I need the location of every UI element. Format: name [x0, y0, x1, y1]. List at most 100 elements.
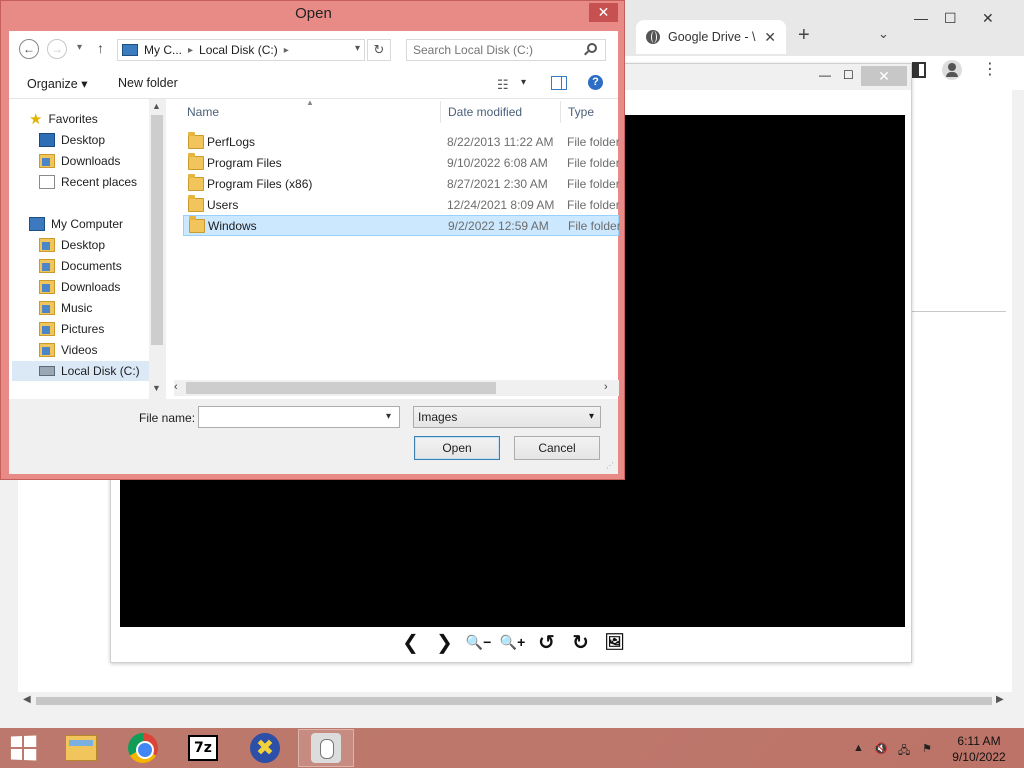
column-header-name[interactable]: Name: [187, 105, 219, 119]
downloads-folder-icon: [39, 280, 55, 294]
scrollbar-thumb[interactable]: [151, 115, 163, 345]
rotate-right-button[interactable]: ↻: [566, 628, 596, 656]
file-row[interactable]: Users 12/24/2021 8:09 AM File folder: [183, 194, 619, 215]
navigation-pane: ★ Favorites Desktop Downloads Recent pla…: [9, 99, 165, 399]
nav-computer-desktop[interactable]: Desktop: [39, 235, 105, 255]
previous-image-button[interactable]: ❮: [396, 628, 426, 656]
nav-music[interactable]: Music: [39, 298, 92, 318]
forward-button[interactable]: →: [47, 39, 67, 59]
nav-item-label: Downloads: [61, 280, 121, 294]
new-tab-button[interactable]: +: [798, 24, 810, 47]
address-history-dropdown[interactable]: ▾: [355, 43, 360, 54]
breadcrumb-local-disk[interactable]: Local Disk (C:): [199, 43, 278, 57]
refresh-button[interactable]: ↻: [367, 39, 391, 61]
page-horizontal-scrollbar[interactable]: ◀ ▶: [18, 692, 1012, 710]
file-name-history-dropdown[interactable]: ▾: [386, 411, 391, 422]
new-folder-button[interactable]: New folder: [118, 76, 178, 90]
next-image-button[interactable]: ❯: [430, 628, 460, 656]
nav-pictures[interactable]: Pictures: [39, 319, 104, 339]
taskbar-xnview[interactable]: ✖: [237, 729, 293, 767]
nav-local-disk[interactable]: Local Disk (C:): [12, 361, 149, 381]
scroll-left-arrow-icon[interactable]: ‹: [174, 381, 178, 393]
help-icon[interactable]: ?: [588, 75, 603, 90]
nav-favorites[interactable]: ★ Favorites: [29, 109, 98, 129]
view-options-dropdown[interactable]: ▾: [521, 77, 526, 88]
file-name-input[interactable]: [198, 406, 400, 428]
recent-places-icon: [39, 175, 55, 189]
viewer-toolbar: ❮ ❯ 🔍− 🔍+ ↺ ↻ 🖼: [120, 627, 905, 657]
zoom-out-button[interactable]: 🔍−: [464, 628, 494, 656]
viewer-close-button[interactable]: ✕: [861, 66, 907, 86]
zoom-in-button[interactable]: 🔍+: [498, 628, 528, 656]
cancel-button[interactable]: Cancel: [514, 436, 600, 460]
action-center-flag-icon[interactable]: ⚑: [922, 742, 932, 755]
show-hidden-icons-button[interactable]: ▲: [853, 742, 864, 754]
dialog-close-button[interactable]: ✕: [589, 3, 618, 22]
taskbar-7zip[interactable]: 7z: [175, 729, 231, 767]
taskbar-clock[interactable]: 6:11 AM 9/10/2022: [948, 733, 1010, 765]
scrollbar-thumb[interactable]: [186, 382, 496, 394]
rotate-left-button[interactable]: ↺: [532, 628, 562, 656]
xnview-icon: ✖: [250, 733, 280, 763]
taskbar: 7z ✖: [0, 728, 1024, 768]
nav-my-computer[interactable]: My Computer: [29, 214, 123, 234]
recent-locations-dropdown[interactable]: ▾: [77, 42, 82, 53]
browser-minimize-button[interactable]: —: [914, 10, 928, 26]
file-type-select[interactable]: Images ▾: [413, 406, 601, 428]
nav-favorites-desktop[interactable]: Desktop: [39, 130, 105, 150]
viewer-minimize-button[interactable]: —: [819, 68, 831, 82]
taskbar-image-viewer[interactable]: [298, 729, 354, 767]
nav-documents[interactable]: Documents: [39, 256, 122, 276]
browser-tab-google-drive[interactable]: Google Drive - \ ✕: [636, 20, 786, 54]
taskbar-file-explorer[interactable]: [53, 729, 109, 767]
column-header-type[interactable]: Type: [568, 105, 594, 119]
start-button[interactable]: [10, 735, 38, 761]
file-type: File folder: [567, 197, 619, 212]
breadcrumb-separator-icon[interactable]: ▸: [284, 45, 289, 56]
side-panel-icon[interactable]: [912, 62, 926, 78]
file-row[interactable]: Program Files (x86) 8/27/2021 2:30 AM Fi…: [183, 173, 619, 194]
profile-avatar-icon[interactable]: [942, 60, 962, 80]
scrollbar-thumb[interactable]: [36, 697, 992, 705]
browser-maximize-button[interactable]: ☐: [944, 10, 957, 27]
scroll-up-arrow-icon[interactable]: ▲: [152, 101, 161, 111]
nav-videos[interactable]: Videos: [39, 340, 97, 360]
column-divider[interactable]: [560, 101, 561, 123]
file-row[interactable]: PerfLogs 8/22/2013 11:22 AM File folder: [183, 131, 619, 152]
breadcrumb-separator-icon[interactable]: ▸: [188, 45, 193, 56]
search-icon[interactable]: [587, 43, 597, 53]
file-row-selected[interactable]: Windows 9/2/2022 12:59 AM File folder: [183, 215, 620, 236]
nav-recent-places[interactable]: Recent places: [39, 172, 137, 192]
network-icon[interactable]: 🖧: [898, 742, 910, 761]
volume-muted-icon[interactable]: 🔇: [874, 742, 888, 755]
scroll-down-arrow-icon[interactable]: ▼: [152, 383, 161, 393]
file-list-horizontal-scrollbar[interactable]: ‹ ›: [174, 380, 619, 396]
preview-pane-icon[interactable]: [551, 76, 567, 90]
nav-favorites-downloads[interactable]: Downloads: [39, 151, 120, 171]
nav-computer-downloads[interactable]: Downloads: [39, 277, 120, 297]
breadcrumb-my-computer[interactable]: My C...: [144, 43, 182, 57]
back-button[interactable]: ←: [19, 39, 39, 59]
taskbar-chrome[interactable]: [115, 729, 171, 767]
organize-menu[interactable]: Organize ▾: [27, 76, 87, 91]
nav-pane-scrollbar[interactable]: ▲ ▼: [149, 99, 165, 399]
viewer-maximize-button[interactable]: ☐: [843, 68, 854, 82]
search-input[interactable]: [406, 39, 606, 61]
scroll-right-arrow-icon[interactable]: ▶: [996, 694, 1004, 705]
browser-menu-icon[interactable]: ⋮: [982, 62, 998, 78]
up-folder-button[interactable]: ↑: [97, 40, 104, 56]
column-header-date[interactable]: Date modified: [448, 105, 522, 119]
address-bar[interactable]: My C... ▸ Local Disk (C:) ▸ ▾: [117, 39, 365, 61]
file-row[interactable]: Program Files 9/10/2022 6:08 AM File fol…: [183, 152, 619, 173]
tab-search-dropdown[interactable]: ⌄: [878, 26, 889, 42]
column-divider[interactable]: [440, 101, 441, 123]
scroll-left-arrow-icon[interactable]: ◀: [23, 694, 31, 705]
open-button[interactable]: Open: [414, 436, 500, 460]
nav-item-label: Downloads: [61, 154, 121, 168]
gallery-button[interactable]: 🖼: [600, 628, 630, 656]
scroll-right-arrow-icon[interactable]: ›: [604, 381, 608, 393]
resize-grip-icon[interactable]: ⋰: [606, 461, 614, 470]
browser-close-button[interactable]: ✕: [982, 10, 994, 27]
tab-close-icon[interactable]: ✕: [764, 29, 776, 46]
view-options-icon[interactable]: ☷: [497, 77, 509, 93]
